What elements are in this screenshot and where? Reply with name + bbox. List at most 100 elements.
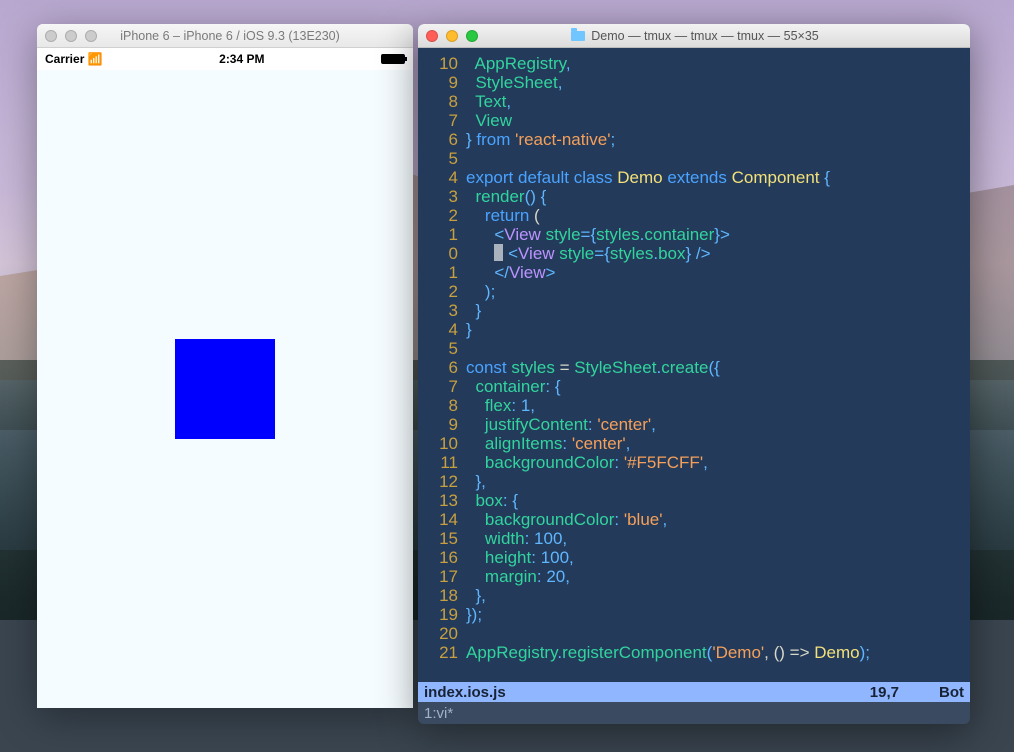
close-icon[interactable]: [426, 30, 438, 42]
code-text: }: [466, 320, 472, 339]
terminal-window-title: Demo — tmux — tmux — tmux — 55×35: [478, 29, 912, 43]
cursor: [494, 244, 503, 261]
minimize-icon[interactable]: [65, 30, 77, 42]
line-number: 10: [426, 54, 458, 73]
line-number: 4: [426, 320, 458, 339]
carrier-label: Carrier 📶: [45, 52, 103, 66]
code-text: AppRegistry.registerComponent('Demo', ()…: [466, 643, 870, 662]
code-line[interactable]: 15 width: 100,: [426, 529, 962, 548]
wifi-icon: 📶: [88, 52, 103, 66]
zoom-icon[interactable]: [85, 30, 97, 42]
editor-buffer[interactable]: 10 AppRegistry,9 StyleSheet,8 Text,7 Vie…: [418, 48, 970, 682]
line-number: 7: [426, 377, 458, 396]
code-text: AppRegistry,: [466, 54, 571, 73]
code-line[interactable]: 4 export default class Demo extends Compo…: [426, 168, 962, 187]
code-line[interactable]: 8 flex: 1,: [426, 396, 962, 415]
line-number: 4: [426, 168, 458, 187]
code-text: alignItems: 'center',: [466, 434, 630, 453]
code-text: <View style={styles.box} />: [466, 244, 711, 263]
code-text: container: {: [466, 377, 561, 396]
code-line[interactable]: 10 AppRegistry,: [426, 54, 962, 73]
line-number: 5: [426, 339, 458, 358]
code-text: }: [466, 301, 481, 320]
code-line[interactable]: 1 <View style={styles.container}>: [426, 225, 962, 244]
line-number: 9: [426, 415, 458, 434]
code-line[interactable]: 3 }: [426, 301, 962, 320]
code-text: },: [466, 472, 486, 491]
line-number: 7: [426, 111, 458, 130]
line-number: 17: [426, 567, 458, 586]
code-line[interactable]: 7 container: {: [426, 377, 962, 396]
code-line[interactable]: 1 </View>: [426, 263, 962, 282]
code-line[interactable]: 5: [426, 149, 962, 168]
code-line[interactable]: 11 backgroundColor: '#F5FCFF',: [426, 453, 962, 472]
status-scroll-loc: Bot: [939, 684, 964, 701]
line-number: 8: [426, 396, 458, 415]
line-number: 15: [426, 529, 458, 548]
code-text: backgroundColor: '#F5FCFF',: [466, 453, 708, 472]
code-line[interactable]: 9 StyleSheet,: [426, 73, 962, 92]
code-text: },: [466, 586, 486, 605]
line-number: 11: [426, 453, 458, 472]
line-number: 14: [426, 510, 458, 529]
ios-statusbar: Carrier 📶 2:34 PM: [37, 48, 413, 70]
line-number: 19: [426, 605, 458, 624]
line-number: 10: [426, 434, 458, 453]
code-line[interactable]: 4}: [426, 320, 962, 339]
code-text: backgroundColor: 'blue',: [466, 510, 667, 529]
code-line[interactable]: 9 justifyContent: 'center',: [426, 415, 962, 434]
code-text: margin: 20,: [466, 567, 570, 586]
zoom-icon[interactable]: [466, 30, 478, 42]
code-line[interactable]: 8 Text,: [426, 92, 962, 111]
line-number: 2: [426, 206, 458, 225]
terminal-window[interactable]: Demo — tmux — tmux — tmux — 55×35 10 App…: [418, 24, 970, 724]
code-line[interactable]: 10 alignItems: 'center',: [426, 434, 962, 453]
code-line[interactable]: 21AppRegistry.registerComponent('Demo', …: [426, 643, 962, 662]
line-number: 18: [426, 586, 458, 605]
terminal-titlebar[interactable]: Demo — tmux — tmux — tmux — 55×35: [418, 24, 970, 48]
code-line[interactable]: 0 <View style={styles.box} />: [426, 244, 962, 263]
code-line[interactable]: 14 backgroundColor: 'blue',: [426, 510, 962, 529]
code-text: width: 100,: [466, 529, 567, 548]
code-line[interactable]: 3 render() {: [426, 187, 962, 206]
vim-status-line: index.ios.js 19,7 Bot: [418, 682, 970, 702]
status-filename: index.ios.js: [424, 684, 506, 701]
simulator-titlebar[interactable]: iPhone 6 – iPhone 6 / iOS 9.3 (13E230): [37, 24, 413, 48]
line-number: 13: [426, 491, 458, 510]
app-root-view: [37, 70, 413, 708]
line-number: 20: [426, 624, 458, 643]
line-number: 3: [426, 301, 458, 320]
ios-simulator-window[interactable]: iPhone 6 – iPhone 6 / iOS 9.3 (13E230) C…: [37, 24, 413, 708]
code-text: justifyContent: 'center',: [466, 415, 656, 434]
code-line[interactable]: 16 height: 100,: [426, 548, 962, 567]
code-line[interactable]: 13 box: {: [426, 491, 962, 510]
code-line[interactable]: 2 );: [426, 282, 962, 301]
line-number: 3: [426, 187, 458, 206]
status-cursor-pos: 19,7: [870, 684, 899, 701]
code-line[interactable]: 6} from 'react-native';: [426, 130, 962, 149]
window-traffic-lights: [426, 30, 478, 42]
tmux-status-line: 1:vi*: [418, 702, 970, 724]
code-text: const styles = StyleSheet.create({: [466, 358, 720, 377]
code-text: flex: 1,: [466, 396, 535, 415]
line-number: 9: [426, 73, 458, 92]
line-number: 6: [426, 358, 458, 377]
code-line[interactable]: 20: [426, 624, 962, 643]
folder-icon: [571, 31, 585, 41]
code-line[interactable]: 7 View: [426, 111, 962, 130]
code-line[interactable]: 18 },: [426, 586, 962, 605]
code-text: export default class Demo extends Compon…: [466, 168, 830, 187]
minimize-icon[interactable]: [446, 30, 458, 42]
tmux-tab[interactable]: 1:vi*: [424, 705, 453, 722]
code-line[interactable]: 17 margin: 20,: [426, 567, 962, 586]
code-line[interactable]: 19});: [426, 605, 962, 624]
code-line[interactable]: 12 },: [426, 472, 962, 491]
line-number: 2: [426, 282, 458, 301]
clock-label: 2:34 PM: [219, 52, 264, 66]
battery-icon: [381, 54, 405, 64]
code-line[interactable]: 6 const styles = StyleSheet.create({: [426, 358, 962, 377]
code-text: View: [466, 111, 512, 130]
code-line[interactable]: 2 return (: [426, 206, 962, 225]
code-line[interactable]: 5: [426, 339, 962, 358]
close-icon[interactable]: [45, 30, 57, 42]
